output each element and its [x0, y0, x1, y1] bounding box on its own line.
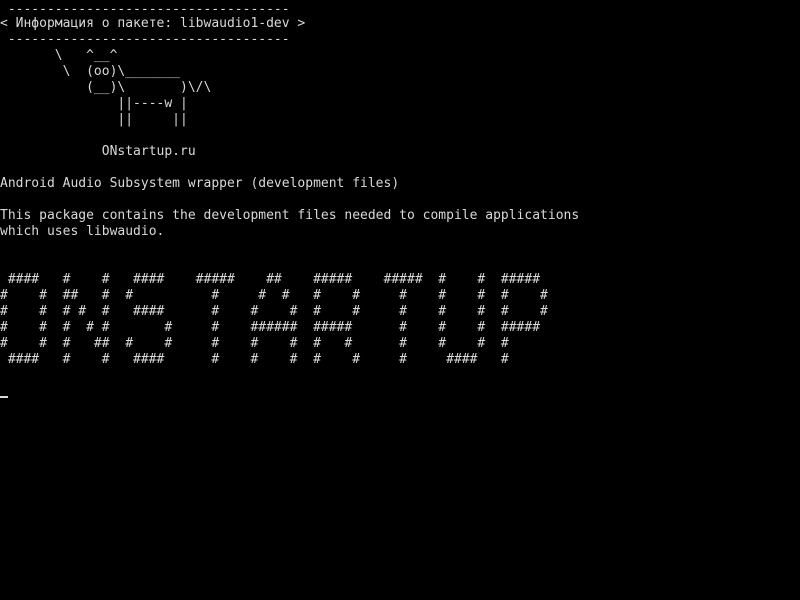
- banner-line: #### # # #### ##### ## ##### ##### # # #…: [0, 272, 541, 287]
- terminal-window[interactable]: ------------------------------------ < И…: [0, 0, 800, 600]
- cow-art-line: ||----w |: [0, 96, 188, 111]
- banner-line: # # # ## # # # # # # # # # # #: [0, 336, 509, 351]
- package-description-line: This package contains the development fi…: [0, 208, 580, 223]
- package-description-line: which uses libwaudio.: [0, 224, 165, 239]
- text-cursor: [0, 396, 8, 398]
- bubble-title: < Информация о пакете: libwaudio1-dev >: [0, 16, 306, 31]
- cow-art-line: || ||: [0, 112, 188, 127]
- bubble-bottom-border: ------------------------------------: [0, 32, 290, 47]
- cow-art-line: \ ^__^: [0, 48, 118, 63]
- banner-line: # # # # # #### # # # # # # # # # #: [0, 304, 548, 319]
- banner-line: # # # # # # # ###### ##### # # # #####: [0, 320, 541, 335]
- cow-art-line: \ (oo)\_______: [0, 64, 181, 79]
- site-name: ONstartup.ru: [0, 144, 196, 159]
- banner-line: #### # # #### # # # # # # #### #: [0, 352, 509, 367]
- package-summary: Android Audio Subsystem wrapper (develop…: [0, 176, 400, 191]
- banner-line: # # ## # # # # # # # # # # # #: [0, 288, 548, 303]
- cow-art-line: (__)\ )\/\: [0, 80, 212, 95]
